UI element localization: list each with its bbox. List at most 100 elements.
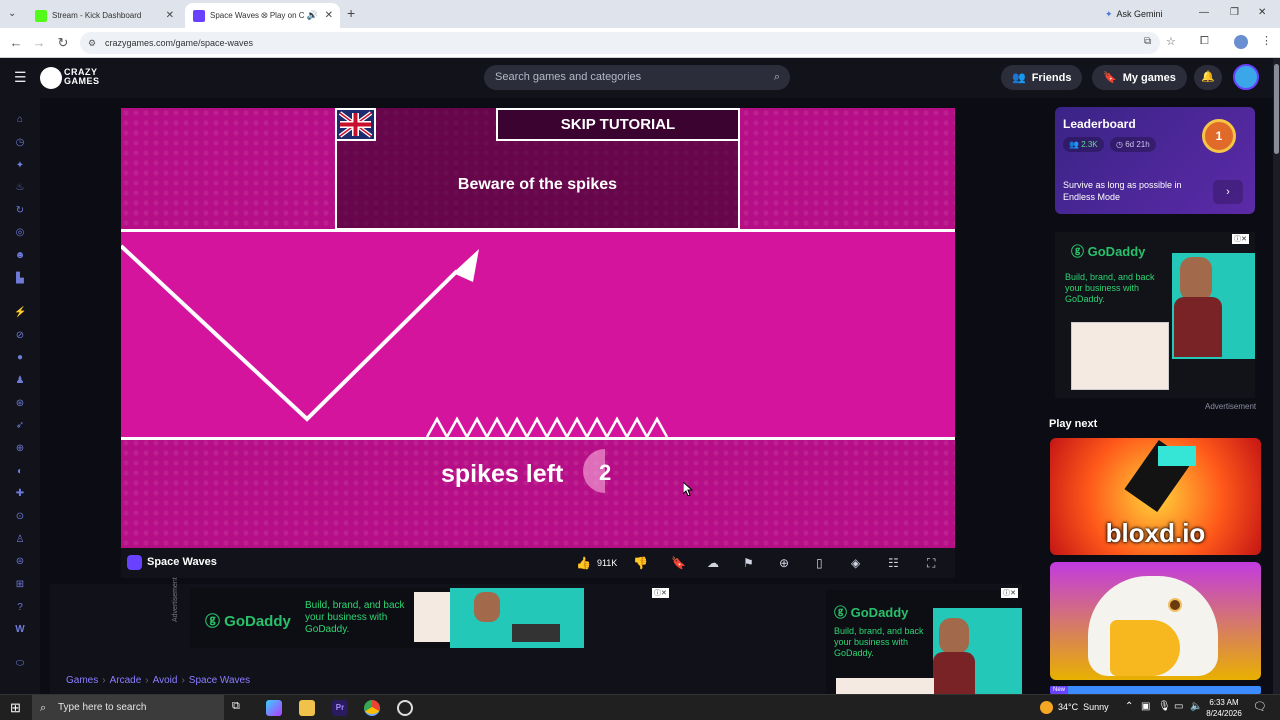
extensions-icon[interactable]: ⧠	[1200, 35, 1209, 48]
new-tab-button[interactable]: +	[347, 5, 355, 21]
theater-mode-icon[interactable]: ◈	[851, 556, 860, 570]
ad-choices-icon[interactable]: ⓘ✕	[1232, 234, 1249, 244]
crazygames-logo-icon[interactable]	[40, 67, 62, 89]
two-player-icon[interactable]: ▙	[14, 273, 26, 285]
escape-icon[interactable]: ⊜	[14, 556, 26, 568]
originals-icon[interactable]: ◎	[14, 227, 26, 239]
close-tab-icon[interactable]: ✕	[325, 10, 333, 21]
play-next-bloxd-thumb[interactable]: bloxd.io	[1050, 438, 1261, 555]
card-icon[interactable]: ⊕	[14, 443, 26, 455]
restore-icon[interactable]: ❐	[1230, 7, 1239, 18]
word-icon[interactable]: W	[14, 624, 26, 636]
premiere-pro-icon[interactable]: Pr	[332, 700, 348, 716]
network-icon[interactable]: ▭	[1174, 701, 1183, 712]
square-ad-choices-icon[interactable]: ⓘ✕	[1001, 588, 1018, 598]
breadcrumb-games[interactable]: Games	[66, 675, 98, 686]
profile-avatar[interactable]	[1234, 35, 1248, 49]
multiplayer-icon[interactable]: ☻	[14, 250, 26, 262]
hamburger-menu-icon[interactable]: ☰	[14, 69, 27, 86]
obs-icon[interactable]	[397, 700, 413, 716]
install-app-icon[interactable]: ⧉	[1144, 36, 1151, 47]
notifications-bell-icon[interactable]: 🔔	[1194, 65, 1222, 90]
page-scrollbar[interactable]	[1273, 58, 1280, 694]
taskbar-clock[interactable]: 6:33 AM 8/24/2026	[1205, 697, 1243, 719]
quiz-icon[interactable]: ?	[14, 602, 26, 614]
copilot-icon[interactable]	[266, 700, 282, 716]
square-ad[interactable]: ⓘ✕ ⓖ GoDaddy Build, brand, and back your…	[826, 588, 1022, 694]
play-next-third-thumb[interactable]: New	[1050, 686, 1261, 694]
file-explorer-icon[interactable]	[299, 700, 315, 716]
trending-icon[interactable]: ♨	[14, 182, 26, 194]
breadcrumb-avoid[interactable]: Avoid	[153, 675, 178, 686]
site-info-icon[interactable]: ⚙	[88, 32, 96, 54]
bookmark-star-icon[interactable]: ☆	[1166, 35, 1176, 48]
language-flag-button[interactable]	[335, 108, 376, 141]
breadcrumb-space-waves[interactable]: Space Waves	[189, 675, 250, 686]
controller-icon[interactable]: ⊙	[14, 511, 26, 523]
windows-start-icon[interactable]: ⊞	[10, 700, 21, 716]
skip-tutorial-button[interactable]: SKIP TUTORIAL	[496, 108, 740, 141]
recent-icon[interactable]: ◷	[14, 137, 26, 149]
basketball-icon[interactable]: ●	[14, 352, 26, 364]
minimize-icon[interactable]: —	[1199, 7, 1209, 18]
puzzle-icon[interactable]: ⊞	[14, 579, 26, 591]
task-view-icon[interactable]: ⧉	[232, 700, 248, 716]
play-next-eagle-thumb[interactable]	[1050, 562, 1261, 680]
cloud-save-icon[interactable]: ☁	[707, 556, 719, 570]
tab-list-chevron-icon[interactable]: ⌄	[8, 8, 16, 19]
controls-icon[interactable]: ⊕	[779, 556, 789, 570]
leaderboard-card[interactable]: Leaderboard 👥 2.3K ◷ 6d 21h 1 Survive as…	[1055, 107, 1255, 214]
banner-ad-choices-icon[interactable]: ⓘ✕	[652, 588, 669, 598]
close-tab-icon[interactable]: ✕	[166, 10, 174, 21]
close-window-icon[interactable]: ✕	[1258, 7, 1266, 18]
game-canvas[interactable]: SKIP TUTORIAL Beware of the spikes spike…	[121, 108, 955, 548]
ask-gemini-button[interactable]: ✦ Ask Gemini	[1105, 6, 1163, 22]
chevron-right-icon[interactable]: ›	[1213, 180, 1243, 204]
fullscreen-icon[interactable]: ⛶	[927, 556, 935, 571]
action-icon[interactable]: ⚡	[14, 307, 26, 319]
home-icon[interactable]: ⌂	[14, 114, 26, 126]
game-search-input[interactable]: Search games and categories ⌕	[484, 65, 790, 90]
chrome-icon[interactable]	[364, 700, 380, 716]
my-games-button[interactable]: 🔖 My games	[1092, 65, 1187, 90]
tab-audio-icon[interactable]: 🔊	[307, 10, 318, 21]
bike-icon[interactable]: ⊛	[14, 398, 26, 410]
sidebar-ad[interactable]: ⓘ✕ ⓖ GoDaddy Build, brand, and back your…	[1055, 232, 1255, 398]
banner-ad[interactable]: ⓖ GoDaddy Build, brand, and back your bu…	[190, 588, 584, 648]
mobile-icon[interactable]: ▯	[816, 556, 823, 570]
tab-kick-dashboard[interactable]: Stream - Kick Dashboard ✕	[27, 3, 181, 28]
driving-icon[interactable]: ♙	[14, 534, 26, 546]
weather-text[interactable]: 34°C Sunny	[1058, 702, 1109, 712]
notification-center-icon[interactable]: 🗨	[1253, 700, 1267, 713]
settings-sliders-icon[interactable]: ☷	[888, 556, 899, 570]
thumbs-down-icon[interactable]: 👎	[633, 556, 648, 570]
feedback-icon[interactable]: ⚑	[743, 556, 754, 570]
save-bookmark-icon[interactable]: 🔖	[671, 556, 686, 570]
clicker-icon[interactable]: ✚	[14, 488, 26, 500]
tags-icon[interactable]: ⬭	[14, 658, 26, 670]
like-button[interactable]: 👍 911K	[576, 556, 617, 570]
adventure-icon[interactable]: ⊘	[14, 330, 26, 342]
microphone-icon[interactable]: 🎙	[1158, 701, 1171, 712]
taskbar-search-input[interactable]: ⌕ Type here to search	[32, 695, 224, 720]
tray-app-icon[interactable]: ▣	[1141, 701, 1150, 712]
updated-icon[interactable]: ↻	[14, 205, 26, 217]
url-field[interactable]: ⚙ crazygames.com/game/space-waves	[80, 32, 1160, 54]
friends-button[interactable]: 👥 Friends	[1001, 65, 1083, 90]
beauty-icon[interactable]: ♟	[14, 375, 26, 387]
user-avatar[interactable]	[1233, 64, 1259, 90]
scrollbar-thumb[interactable]	[1274, 64, 1279, 154]
car-icon[interactable]: ➶	[14, 420, 26, 432]
forward-icon[interactable]: →	[31, 35, 47, 50]
tab-space-waves[interactable]: Space Waves ⭙ Play on C 🔊 ✕	[185, 3, 340, 28]
new-icon[interactable]: ✦	[14, 160, 26, 172]
site-logo[interactable]: CRAZY GAMES	[64, 68, 100, 86]
reload-icon[interactable]: ↻	[55, 35, 71, 51]
browser-menu-icon[interactable]: ⋮	[1261, 34, 1272, 47]
search-icon[interactable]: ⌕	[774, 65, 780, 90]
casual-icon[interactable]: ◐	[14, 466, 26, 478]
tray-chevron-icon[interactable]: ⌃	[1125, 701, 1133, 712]
breadcrumb-arcade[interactable]: Arcade	[110, 675, 142, 686]
volume-icon[interactable]: 🔈	[1190, 701, 1202, 712]
back-icon[interactable]: ←	[8, 35, 24, 50]
